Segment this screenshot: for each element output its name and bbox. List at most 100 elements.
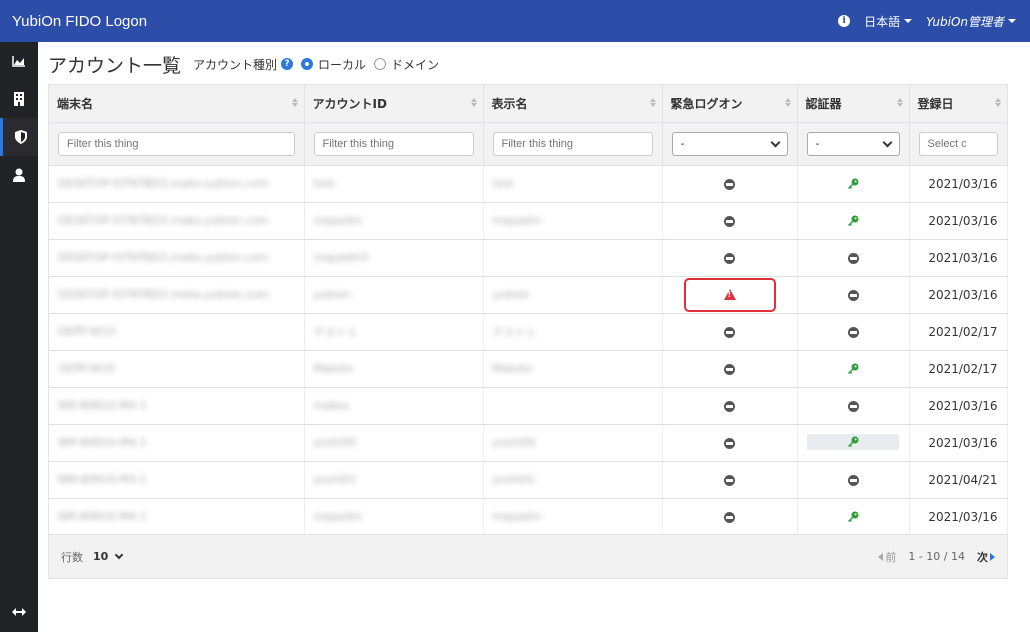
arrows-h-icon bbox=[12, 608, 26, 616]
column-header-terminal[interactable]: 端末名 bbox=[49, 85, 305, 123]
radio-domain[interactable]: ドメイン bbox=[374, 56, 439, 73]
cell-registered-date: 2021/04/21 bbox=[909, 461, 1008, 499]
column-header-registered-date[interactable]: 登録日 bbox=[909, 85, 1008, 123]
app-title[interactable]: YubiOn FIDO Logon bbox=[0, 13, 147, 30]
cell-display-name: yubion bbox=[483, 276, 663, 314]
table-row[interactable]: DEPP-W10 テスト１ テスト１ 2021/02/17 bbox=[49, 313, 1008, 351]
filter-row: - - bbox=[49, 122, 1008, 166]
table-row[interactable]: DESKTOP-5ITNTBD3.mako.yubion.com test test… bbox=[49, 165, 1008, 203]
account-id: makos bbox=[313, 399, 350, 412]
cell-registered-date: 2021/03/16 bbox=[909, 202, 1008, 240]
table-row[interactable]: DESKTOP-5ITNTBD3.mako.yubion.com yubion yu… bbox=[49, 276, 1008, 314]
pagination: 前 1 - 10 / 14 次 bbox=[878, 549, 995, 565]
account-id: テスト１ bbox=[313, 325, 358, 339]
account-type-text: アカウント種別 bbox=[193, 57, 278, 72]
table-row[interactable]: NM-WIN10-M4-1 yoshi01 yoshi01 2021/04/21 bbox=[49, 461, 1008, 499]
column-header-authenticator[interactable]: 認証器 bbox=[797, 85, 910, 123]
sidebar-item-security[interactable] bbox=[0, 118, 38, 156]
filter-authenticator-select[interactable]: - bbox=[806, 131, 900, 156]
display-name: yubion bbox=[492, 288, 530, 301]
filter-date-input[interactable] bbox=[918, 131, 998, 156]
minus-circle-icon bbox=[847, 326, 859, 338]
info-icon[interactable]: i bbox=[838, 15, 851, 27]
radio-domain-dot[interactable] bbox=[374, 58, 387, 70]
table-row[interactable]: NM-WIN10-M4-1 mapadm mapadm 2021/03/16 bbox=[49, 498, 1008, 536]
table-row[interactable]: NM-WIN10-M4-1 makos 2021/03/16 bbox=[49, 387, 1008, 425]
radio-local-dot[interactable] bbox=[301, 58, 314, 70]
filter-display-name-input[interactable] bbox=[492, 131, 653, 156]
table-row[interactable]: DESKTOP-5ITNTBD3.mako.yubion.com mapadm ma… bbox=[49, 202, 1008, 240]
column-header-account-id[interactable]: アカウントID bbox=[304, 85, 484, 123]
sidebar-item-dashboard[interactable] bbox=[0, 42, 38, 80]
cell-emergency-logon bbox=[662, 165, 798, 203]
table-row[interactable]: DEPP-W10 Makoto Makoto 2021/02/17 bbox=[49, 350, 1008, 388]
table-row[interactable]: NM-WIN10-M4-1 yoshi00 yoshi00 2021/03/16 bbox=[49, 424, 1008, 462]
sort-icon bbox=[291, 98, 298, 108]
terminal-name: DESKTOP-5ITNTBD3.mako.yubion.com bbox=[58, 177, 269, 190]
cell-display-name: yoshi00 bbox=[483, 424, 663, 462]
cell-terminal: NM-WIN10-M4-1 bbox=[49, 498, 305, 536]
key-icon bbox=[848, 215, 859, 226]
user-dropdown[interactable]: YubiOn管理者 bbox=[926, 13, 1016, 30]
help-icon[interactable]: ? bbox=[281, 58, 294, 70]
language-label: 日本語 bbox=[864, 14, 901, 29]
radio-local[interactable]: ローカル bbox=[301, 56, 366, 73]
registered-date: 2021/03/16 bbox=[928, 287, 998, 302]
page-header: アカウント一覧 アカウント種別 ? ローカル ドメイン bbox=[48, 50, 439, 78]
next-page-button[interactable]: 次 bbox=[977, 549, 995, 565]
radio-local-label: ローカル bbox=[318, 57, 367, 72]
column-header-display-name[interactable]: 表示名 bbox=[483, 85, 663, 123]
cell-terminal: DESKTOP-5ITNTBD3.mako.yubion.com bbox=[49, 276, 305, 314]
cell-authenticator bbox=[797, 498, 910, 536]
sidebar-toggle-button[interactable] bbox=[0, 600, 38, 624]
user-label: YubiOn管理者 bbox=[926, 14, 1004, 29]
rows-label: 行数 bbox=[61, 550, 83, 564]
chart-area-icon bbox=[12, 56, 25, 67]
emergency-warning-highlight[interactable] bbox=[683, 277, 776, 312]
header-label: 認証器 bbox=[805, 96, 842, 111]
cell-terminal: NM-WIN10-M4-1 bbox=[49, 387, 305, 425]
cell-authenticator bbox=[797, 165, 910, 203]
minus-circle-icon bbox=[724, 363, 735, 375]
sidebar bbox=[0, 42, 38, 632]
terminal-name: NM-WIN10-M4-1 bbox=[58, 436, 148, 449]
registered-date: 2021/03/16 bbox=[928, 176, 998, 191]
filter-emergency-select[interactable]: - bbox=[671, 131, 788, 156]
sidebar-item-organization[interactable] bbox=[0, 80, 38, 118]
sort-icon bbox=[896, 98, 903, 108]
cell-registered-date: 2021/02/17 bbox=[909, 313, 1008, 351]
caret-down-icon bbox=[904, 19, 913, 23]
filter-terminal-input[interactable] bbox=[58, 131, 295, 156]
sidebar-item-users[interactable] bbox=[0, 156, 38, 194]
filter-account-id-input[interactable] bbox=[313, 131, 474, 156]
sort-icon bbox=[649, 98, 656, 108]
cell-display-name: テスト１ bbox=[483, 313, 663, 351]
cell-emergency-logon bbox=[662, 387, 798, 425]
cell-account-id: mapadm bbox=[304, 498, 484, 536]
minus-circle-icon bbox=[847, 400, 859, 412]
cell-terminal: DEPP-W10 bbox=[49, 350, 305, 388]
language-dropdown[interactable]: 日本語 bbox=[864, 13, 913, 30]
account-id: mapadm bbox=[313, 214, 363, 227]
user-icon bbox=[13, 168, 25, 182]
cell-account-id: test bbox=[304, 165, 484, 203]
cell-registered-date: 2021/03/16 bbox=[909, 239, 1008, 277]
terminal-name: DESKTOP-5ITNTBD3.mako.yubion.com bbox=[58, 251, 269, 264]
page-range: 1 - 10 / 14 bbox=[908, 550, 965, 563]
cell-emergency-logon bbox=[662, 276, 798, 314]
registered-date: 2021/03/16 bbox=[928, 435, 998, 450]
radio-domain-label: ドメイン bbox=[391, 57, 440, 72]
table-row[interactable]: DESKTOP-5ITNTBD3.mako.yubion.com mapadm5 2… bbox=[49, 239, 1008, 277]
cell-account-id: yoshi00 bbox=[304, 424, 484, 462]
registered-date: 2021/03/16 bbox=[928, 213, 998, 228]
display-name: mapadm bbox=[492, 510, 542, 523]
prev-page-button[interactable]: 前 bbox=[878, 549, 896, 565]
minus-circle-icon bbox=[724, 511, 735, 523]
column-header-emergency-logon[interactable]: 緊急ログオン bbox=[662, 85, 798, 123]
warning-icon bbox=[723, 289, 736, 300]
rows-per-page-select[interactable]: 10 bbox=[93, 550, 124, 563]
registered-date: 2021/02/17 bbox=[928, 324, 998, 339]
account-id: Makoto bbox=[313, 362, 354, 375]
minus-circle-icon bbox=[724, 400, 735, 412]
minus-circle-icon bbox=[724, 178, 735, 190]
